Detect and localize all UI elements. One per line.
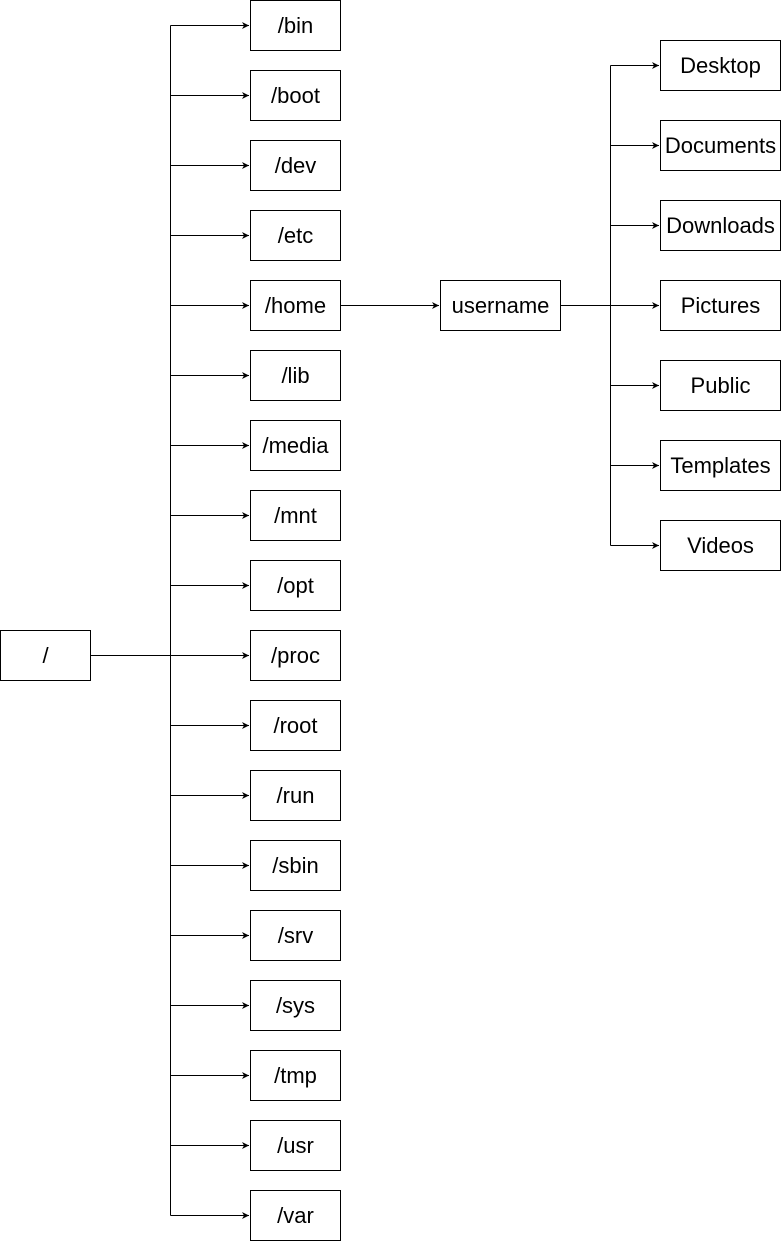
directory-node-media[interactable]: /media xyxy=(250,420,341,471)
directory-node-sbin[interactable]: /sbin xyxy=(250,840,341,891)
directory-node-proc[interactable]: /proc xyxy=(250,630,341,681)
directory-node-var[interactable]: /var xyxy=(250,1190,341,1241)
directory-node-run[interactable]: /run xyxy=(250,770,341,821)
directory-node-sys[interactable]: /sys xyxy=(250,980,341,1031)
directory-node-etc[interactable]: /etc xyxy=(250,210,341,261)
directory-node-tmp[interactable]: /tmp xyxy=(250,1050,341,1101)
folder-node-desktop[interactable]: Desktop xyxy=(660,40,781,91)
folder-node-downloads[interactable]: Downloads xyxy=(660,200,781,251)
directory-node-lib[interactable]: /lib xyxy=(250,350,341,401)
connector-layer xyxy=(91,22,659,1219)
directory-node-srv[interactable]: /srv xyxy=(250,910,341,961)
folder-node-public[interactable]: Public xyxy=(660,360,781,411)
directory-node-mnt[interactable]: /mnt xyxy=(250,490,341,541)
directory-node-usr[interactable]: /usr xyxy=(250,1120,341,1171)
folder-node-templates[interactable]: Templates xyxy=(660,440,781,491)
directory-node-bin[interactable]: /bin xyxy=(250,0,341,51)
directory-node-dev[interactable]: /dev xyxy=(250,140,341,191)
folder-node-videos[interactable]: Videos xyxy=(660,520,781,571)
root-directory-node[interactable]: / xyxy=(0,630,91,681)
directory-node-opt[interactable]: /opt xyxy=(250,560,341,611)
directory-node-root[interactable]: /root xyxy=(250,700,341,751)
directory-node-boot[interactable]: /boot xyxy=(250,70,341,121)
folder-node-pictures[interactable]: Pictures xyxy=(660,280,781,331)
directory-node-home[interactable]: /home xyxy=(250,280,341,331)
folder-node-documents[interactable]: Documents xyxy=(660,120,781,171)
username-node[interactable]: username xyxy=(440,280,561,331)
